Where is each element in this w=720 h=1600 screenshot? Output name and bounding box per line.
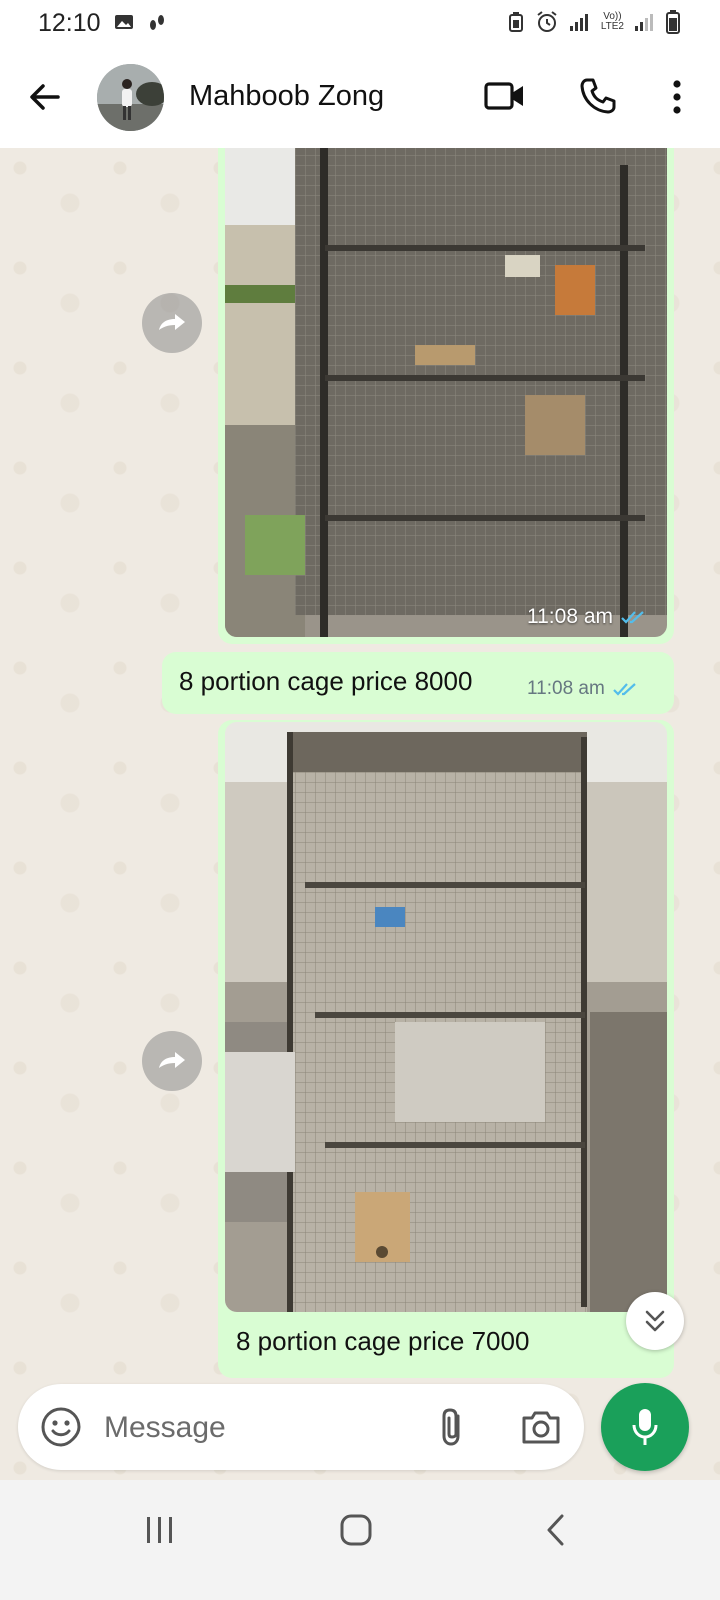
cage-photo-1[interactable]: 11:08 am: [225, 148, 667, 637]
message-timestamp: 11:08 am: [527, 678, 639, 700]
text-message-bubble[interactable]: 8 portion cage price 8000 11:08 am: [162, 652, 674, 714]
back-arrow-icon[interactable]: [24, 76, 66, 118]
image-message-bubble[interactable]: 11:08 am: [218, 148, 674, 644]
more-vert-icon[interactable]: [664, 76, 690, 118]
network-type-label: Vo)) LTE2: [601, 12, 624, 32]
forward-button[interactable]: [142, 1031, 202, 1091]
avatar-photo: [97, 64, 164, 131]
video-call-icon[interactable]: [484, 78, 526, 114]
scroll-to-bottom-button[interactable]: [626, 1292, 684, 1350]
footsteps-notification-icon: [150, 15, 164, 30]
nav-back-icon[interactable]: [536, 1510, 576, 1550]
battery-saver-icon: [508, 12, 523, 32]
image-caption-message-bubble[interactable]: 8 portion cage price 7000: [218, 720, 674, 1378]
image-timestamp: 11:08 am: [527, 605, 647, 629]
forward-button[interactable]: [142, 293, 202, 353]
read-ticks-icon: [613, 683, 636, 696]
forward-icon: [159, 1052, 185, 1068]
camera-icon[interactable]: [520, 1408, 562, 1446]
gallery-notification-icon: [115, 15, 133, 29]
cage-photo-1-image: [225, 148, 667, 637]
alarm-icon: [537, 11, 557, 32]
cage-photo-2-image: [225, 722, 667, 1312]
recent-apps-icon[interactable]: [140, 1510, 180, 1550]
attachment-clip-icon[interactable]: [436, 1406, 470, 1448]
read-ticks-icon: [621, 611, 644, 624]
system-nav-bar: [0, 1480, 720, 1600]
lte-label: LTE2: [600, 21, 624, 32]
forward-icon: [159, 314, 185, 330]
signal-icon: [569, 14, 588, 31]
status-bar: 12:10 Vo)) LTE2: [0, 0, 720, 48]
microphone-icon: [632, 1409, 658, 1445]
contact-name[interactable]: Mahboob Zong: [189, 80, 384, 113]
chat-header: Mahboob Zong: [0, 48, 720, 148]
status-time: 12:10: [38, 9, 101, 37]
message-time: 11:08 am: [527, 678, 605, 699]
sticker-emoji-icon[interactable]: [40, 1406, 82, 1448]
contact-avatar[interactable]: [97, 64, 164, 131]
image-caption: 8 portion cage price 7000: [236, 1326, 530, 1356]
message-text: 8 portion cage price 8000: [179, 666, 473, 696]
message-input[interactable]: [104, 1406, 424, 1450]
battery-icon: [666, 10, 680, 34]
signal-2-icon: [635, 14, 653, 31]
mic-button[interactable]: [601, 1383, 689, 1471]
home-icon[interactable]: [336, 1510, 376, 1550]
image-time: 11:08 am: [527, 605, 613, 628]
message-composer: [18, 1384, 584, 1470]
chat-area[interactable]: 11:08 am 8 portion cage price 8000 11:08…: [0, 148, 720, 1510]
phone-icon[interactable]: [578, 76, 618, 116]
double-chevron-down-icon: [645, 1310, 665, 1332]
cage-photo-2[interactable]: [225, 722, 667, 1312]
